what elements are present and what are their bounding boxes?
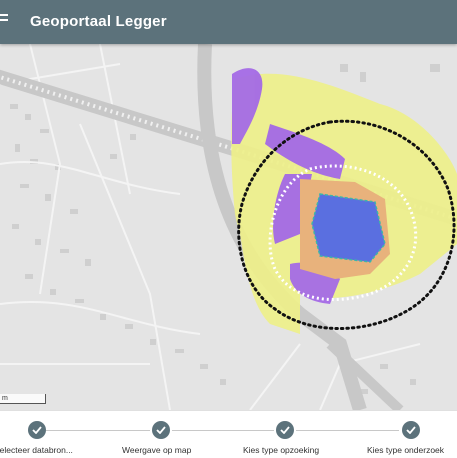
step-label: Kies type opzoeking bbox=[243, 445, 320, 455]
check-icon bbox=[28, 421, 46, 439]
map-view[interactable]: m bbox=[0, 44, 457, 410]
step-3[interactable]: Kies type opzoeking bbox=[230, 411, 345, 458]
app-header: Geoportaal Legger bbox=[0, 0, 457, 44]
check-icon bbox=[276, 421, 294, 439]
step-label: Weergave op map bbox=[122, 445, 192, 455]
blue-zone bbox=[311, 193, 386, 263]
step-1[interactable]: Selecteer databron... bbox=[0, 411, 110, 458]
app-title: Geoportaal Legger bbox=[30, 13, 167, 30]
map-canvas[interactable] bbox=[0, 44, 457, 410]
step-4[interactable]: Kies type onderzoek bbox=[345, 411, 457, 458]
map-scale-bar: m bbox=[0, 394, 46, 404]
hamburger-menu-icon[interactable] bbox=[0, 14, 8, 26]
wizard-stepper: Selecteer databron... Weergave op map Ki… bbox=[0, 410, 457, 458]
check-icon bbox=[152, 421, 170, 439]
step-label: Selecteer databron... bbox=[0, 445, 73, 455]
scale-label: m bbox=[2, 395, 8, 402]
step-2[interactable]: Weergave op map bbox=[110, 411, 230, 458]
check-icon bbox=[402, 421, 420, 439]
step-label: Kies type onderzoek bbox=[367, 445, 445, 455]
